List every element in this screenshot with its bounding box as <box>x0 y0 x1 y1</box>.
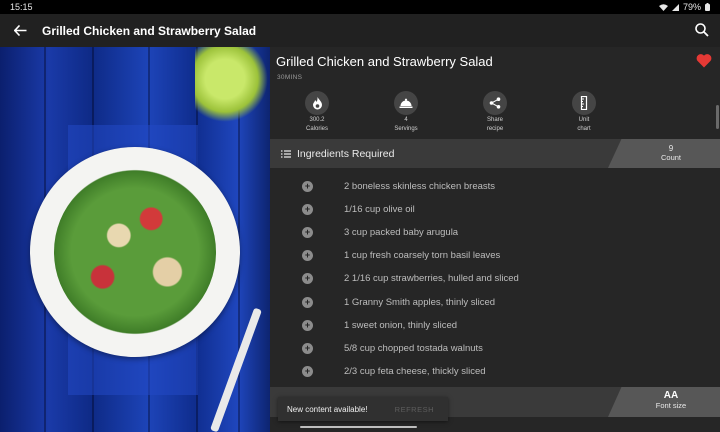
ingredient-text: 1 sweet onion, thinly sliced <box>344 319 458 331</box>
app-title: Grilled Chicken and Strawberry Salad <box>42 23 257 38</box>
favorite-heart-icon[interactable] <box>696 53 712 68</box>
refresh-button[interactable]: REFRESH <box>395 405 434 414</box>
recipe-title: Grilled Chicken and Strawberry Salad <box>276 54 493 69</box>
unit-label-2: chart <box>577 126 591 132</box>
battery-percent: 79% <box>682 2 701 12</box>
add-ingredient-icon[interactable]: + <box>302 296 313 308</box>
update-snackbar: New content available! REFRESH <box>278 397 448 421</box>
add-ingredient-icon[interactable]: + <box>302 273 313 285</box>
ingredient-row: +2/3 cup feta cheese, thickly sliced <box>270 360 700 383</box>
ingredient-text: 2 boneless skinless chicken breasts <box>344 181 496 193</box>
ingredients-title: Ingredients Required <box>297 147 395 160</box>
unit-chart-button[interactable]: Unit chart <box>554 91 614 133</box>
status-icons: 79% <box>658 2 710 12</box>
search-icon[interactable] <box>694 22 710 38</box>
ingredient-count: 9 <box>668 144 674 153</box>
share-label-1: Share <box>486 117 503 123</box>
app-bar: Grilled Chicken and Strawberry Salad <box>0 14 720 47</box>
list-icon <box>281 149 291 158</box>
servings-label: Servings <box>394 126 418 132</box>
ingredient-text: 5/8 cup chopped tostada walnuts <box>344 342 483 354</box>
servings-stat: 4 Servings <box>376 91 436 133</box>
flowers-decoration <box>195 47 270 127</box>
add-ingredient-icon[interactable]: + <box>302 181 313 193</box>
ingredients-header: Ingredients Required 9 Count <box>270 139 720 168</box>
share-icon <box>489 97 501 109</box>
recipe-stats: 300.2 Calories 4 Servings Share recipe U… <box>270 91 720 133</box>
font-size-icon: AA <box>663 390 679 401</box>
add-ingredient-icon[interactable]: + <box>302 319 313 331</box>
font-size-label: Font size <box>655 401 687 410</box>
recipe-photo <box>0 47 270 432</box>
ingredient-text: 2 1/16 cup strawberries, hulled and slic… <box>344 273 519 285</box>
add-ingredient-icon[interactable]: + <box>302 204 313 216</box>
add-ingredient-icon[interactable]: + <box>302 227 313 239</box>
share-label-2: recipe <box>486 126 504 132</box>
ingredient-row: +1/16 cup olive oil <box>270 198 700 221</box>
share-recipe-button[interactable]: Share recipe <box>465 91 525 133</box>
ruler-icon <box>580 96 588 110</box>
ingredient-row: +1 sweet onion, thinly sliced <box>270 314 700 337</box>
recipe-details-panel: Grilled Chicken and Strawberry Salad 30M… <box>270 47 720 432</box>
ingredient-list: +2 boneless skinless chicken breasts +1/… <box>270 175 700 383</box>
wifi-icon <box>658 3 668 11</box>
ingredient-text: 1 cup fresh coarsely torn basil leaves <box>344 250 501 262</box>
add-ingredient-icon[interactable]: + <box>302 342 313 354</box>
ingredient-row: +5/8 cup chopped tostada walnuts <box>270 337 700 360</box>
signal-icon <box>671 3 679 11</box>
gesture-nav-handle[interactable] <box>300 426 417 428</box>
cook-time: 30MINS <box>277 74 303 81</box>
status-bar: 15:15 79% <box>0 0 720 14</box>
ingredient-text: 2/3 cup feta cheese, thickly sliced <box>344 365 486 377</box>
ingredient-text: 1 Granny Smith apples, thinly sliced <box>344 296 496 308</box>
fork <box>210 307 262 432</box>
ingredient-row: +2 1/16 cup strawberries, hulled and sli… <box>270 267 700 290</box>
ingredient-row: +2 boneless skinless chicken breasts <box>270 175 700 198</box>
calories-value: 300.2 <box>309 117 325 123</box>
ingredient-row: +1 cup fresh coarsely torn basil leaves <box>270 244 700 267</box>
add-ingredient-icon[interactable]: + <box>302 250 313 262</box>
back-button[interactable] <box>0 14 40 47</box>
scrollbar[interactable] <box>716 105 719 129</box>
unit-label-1: Unit <box>578 117 590 123</box>
ingredient-text: 1/16 cup olive oil <box>344 204 415 216</box>
status-time: 15:15 <box>10 2 33 12</box>
back-arrow-icon <box>13 25 26 36</box>
ingredient-row: +1 Granny Smith apples, thinly sliced <box>270 290 700 313</box>
snackbar-message: New content available! <box>287 404 368 414</box>
servings-value: 4 <box>404 117 408 123</box>
font-size-button[interactable]: AA Font size <box>608 387 720 417</box>
add-ingredient-icon[interactable]: + <box>302 365 313 377</box>
flame-icon <box>312 96 322 109</box>
ingredient-row: +3 cup packed baby arugula <box>270 221 700 244</box>
calories-stat: 300.2 Calories <box>287 91 347 133</box>
battery-icon <box>705 3 710 11</box>
ingredient-text: 3 cup packed baby arugula <box>344 227 459 239</box>
calories-label: Calories <box>305 126 328 132</box>
cloche-icon <box>399 98 413 108</box>
ingredient-count-label: Count <box>660 153 681 162</box>
ingredient-count-badge: 9 Count <box>608 139 720 168</box>
salad <box>54 169 216 335</box>
